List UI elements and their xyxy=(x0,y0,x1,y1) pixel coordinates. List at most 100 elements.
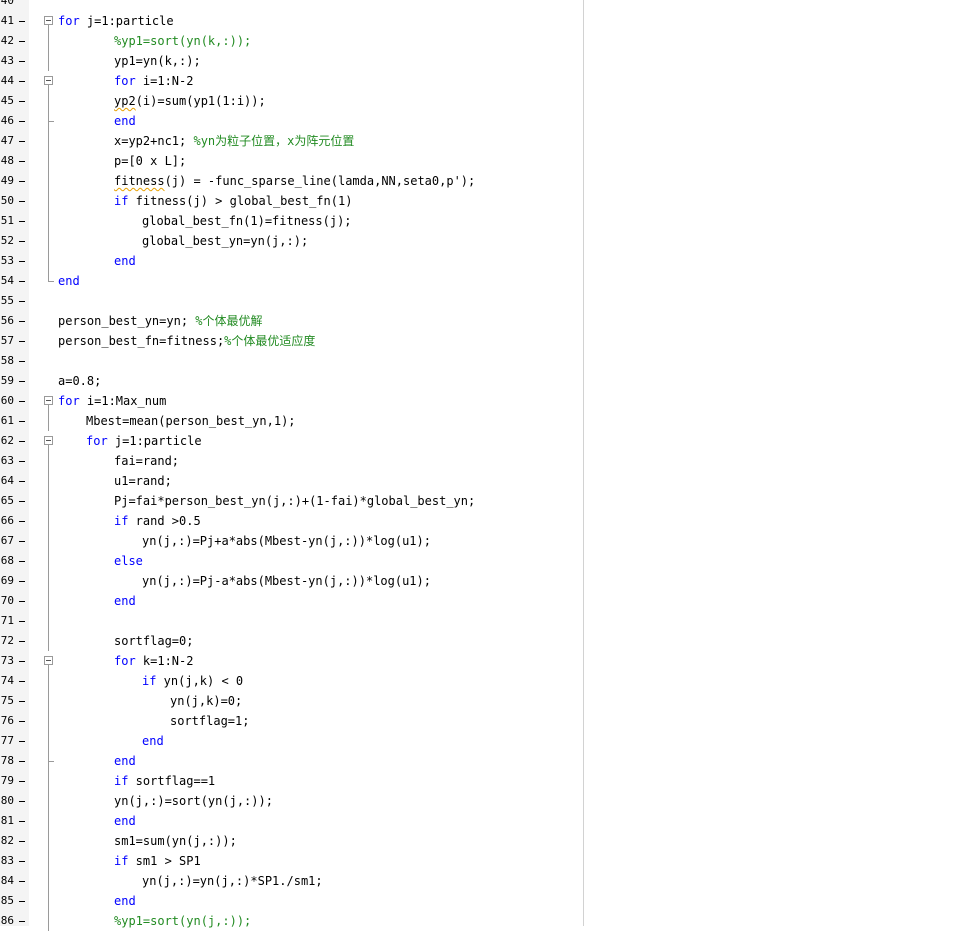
code-line[interactable]: 74 if yn(j,k) < 0 xyxy=(0,671,977,691)
code-text[interactable]: u1=rand; xyxy=(114,471,172,491)
breakpoint-marker[interactable] xyxy=(19,581,25,582)
code-line[interactable]: 62 for j=1:particle xyxy=(0,431,977,451)
code-text[interactable]: if sm1 > SP1 xyxy=(114,851,201,871)
code-text[interactable]: yn(j,k)=0; xyxy=(170,691,242,711)
breakpoint-marker[interactable] xyxy=(19,521,25,522)
code-text[interactable]: global_best_fn(1)=fitness(j); xyxy=(142,211,352,231)
code-text[interactable]: Mbest=mean(person_best_yn,1); xyxy=(86,411,296,431)
breakpoint-marker[interactable] xyxy=(19,601,25,602)
code-text[interactable]: if rand >0.5 xyxy=(114,511,201,531)
breakpoint-marker[interactable] xyxy=(19,241,25,242)
code-text[interactable]: yp1=yn(k,:); xyxy=(114,51,201,71)
code-text[interactable]: end xyxy=(58,271,80,291)
breakpoint-marker[interactable] xyxy=(19,861,25,862)
code-text[interactable]: sm1=sum(yn(j,:)); xyxy=(114,831,237,851)
breakpoint-marker[interactable] xyxy=(19,461,25,462)
code-text[interactable]: sortflag=0; xyxy=(114,631,193,651)
code-line[interactable]: 71 xyxy=(0,611,977,631)
code-text[interactable]: end xyxy=(114,811,136,831)
code-line[interactable]: 75 yn(j,k)=0; xyxy=(0,691,977,711)
code-line[interactable]: 78 end xyxy=(0,751,977,771)
code-line[interactable]: 46 end xyxy=(0,111,977,131)
breakpoint-marker[interactable] xyxy=(19,501,25,502)
breakpoint-marker[interactable] xyxy=(19,661,25,662)
breakpoint-marker[interactable] xyxy=(19,221,25,222)
code-text[interactable]: Pj=fai*person_best_yn(j,:)+(1-fai)*globa… xyxy=(114,491,475,511)
breakpoint-marker[interactable] xyxy=(19,121,25,122)
code-text[interactable]: yn(j,:)=yn(j,:)*SP1./sm1; xyxy=(142,871,323,891)
code-line[interactable]: 57 person_best_fn=fitness;%个体最优适应度 xyxy=(0,331,977,351)
code-text[interactable]: for i=1:Max_num xyxy=(58,391,166,411)
code-line[interactable]: 65 Pj=fai*person_best_yn(j,:)+(1-fai)*glo… xyxy=(0,491,977,511)
breakpoint-marker[interactable] xyxy=(19,741,25,742)
code-line[interactable]: 42 %yp1=sort(yn(k,:)); xyxy=(0,31,977,51)
code-text[interactable]: fitness(j) = -func_sparse_line(lamda,NN,… xyxy=(114,171,475,191)
code-line[interactable]: 80 yn(j,:)=sort(yn(j,:)); xyxy=(0,791,977,811)
fold-toggle-icon[interactable] xyxy=(44,396,53,405)
fold-toggle-icon[interactable] xyxy=(44,16,53,25)
breakpoint-marker[interactable] xyxy=(19,81,25,82)
code-text[interactable]: end xyxy=(142,731,164,751)
breakpoint-marker[interactable] xyxy=(19,281,25,282)
code-line[interactable]: 50 if fitness(j) > global_best_fn(1) xyxy=(0,191,977,211)
code-line[interactable]: 40 xyxy=(0,0,977,11)
code-line[interactable]: 73 for k=1:N-2 xyxy=(0,651,977,671)
code-text[interactable]: for k=1:N-2 xyxy=(114,651,193,671)
code-text[interactable]: yp2(i)=sum(yp1(1:i)); xyxy=(114,91,266,111)
breakpoint-marker[interactable] xyxy=(19,321,25,322)
fold-toggle-icon[interactable] xyxy=(44,656,53,665)
code-text[interactable]: end xyxy=(114,251,136,271)
code-line[interactable]: 76 sortflag=1; xyxy=(0,711,977,731)
code-text[interactable]: end xyxy=(114,891,136,911)
code-line[interactable]: 81 end xyxy=(0,811,977,831)
code-line[interactable]: 43 yp1=yn(k,:); xyxy=(0,51,977,71)
code-line[interactable]: 79 if sortflag==1 xyxy=(0,771,977,791)
code-text[interactable]: %yp1=sort(yn(k,:)); xyxy=(114,31,251,51)
breakpoint-marker[interactable] xyxy=(19,821,25,822)
code-line[interactable]: 58 xyxy=(0,351,977,371)
breakpoint-marker[interactable] xyxy=(19,681,25,682)
code-line[interactable]: 60 for i=1:Max_num xyxy=(0,391,977,411)
code-text[interactable]: x=yp2+nc1; %yn为粒子位置，x为阵元位置 xyxy=(114,131,354,151)
breakpoint-marker[interactable] xyxy=(19,541,25,542)
code-line[interactable]: 68 else xyxy=(0,551,977,571)
breakpoint-marker[interactable] xyxy=(19,921,25,922)
breakpoint-marker[interactable] xyxy=(19,781,25,782)
code-text[interactable]: fai=rand; xyxy=(114,451,179,471)
code-text[interactable]: person_best_yn=yn; %个体最优解 xyxy=(58,311,263,331)
breakpoint-marker[interactable] xyxy=(19,61,25,62)
code-text[interactable]: person_best_fn=fitness;%个体最优适应度 xyxy=(58,331,315,351)
code-text[interactable]: for j=1:particle xyxy=(86,431,202,451)
code-line[interactable]: 66 if rand >0.5 xyxy=(0,511,977,531)
breakpoint-marker[interactable] xyxy=(19,881,25,882)
breakpoint-marker[interactable] xyxy=(19,381,25,382)
code-line[interactable]: 61 Mbest=mean(person_best_yn,1); xyxy=(0,411,977,431)
code-line[interactable]: 67 yn(j,:)=Pj+a*abs(Mbest-yn(j,:))*log(u1… xyxy=(0,531,977,551)
code-line[interactable]: 49 fitness(j) = -func_sparse_line(lamda,N… xyxy=(0,171,977,191)
code-line[interactable]: 72 sortflag=0; xyxy=(0,631,977,651)
code-line[interactable]: 44 for i=1:N-2 xyxy=(0,71,977,91)
fold-toggle-icon[interactable] xyxy=(44,436,53,445)
code-line[interactable]: 54 end xyxy=(0,271,977,291)
code-text[interactable]: p=[0 x L]; xyxy=(114,151,186,171)
breakpoint-marker[interactable] xyxy=(19,621,25,622)
code-text[interactable]: for j=1:particle xyxy=(58,11,174,31)
breakpoint-marker[interactable] xyxy=(19,641,25,642)
breakpoint-marker[interactable] xyxy=(19,561,25,562)
code-line[interactable]: 52 global_best_yn=yn(j,:); xyxy=(0,231,977,251)
code-line[interactable]: 83 if sm1 > SP1 xyxy=(0,851,977,871)
breakpoint-marker[interactable] xyxy=(19,261,25,262)
code-text[interactable]: yn(j,:)=Pj+a*abs(Mbest-yn(j,:))*log(u1); xyxy=(142,531,431,551)
code-line[interactable]: 59 a=0.8; xyxy=(0,371,977,391)
breakpoint-marker[interactable] xyxy=(19,161,25,162)
breakpoint-marker[interactable] xyxy=(19,101,25,102)
code-text[interactable]: for i=1:N-2 xyxy=(114,71,193,91)
breakpoint-marker[interactable] xyxy=(19,21,25,22)
breakpoint-marker[interactable] xyxy=(19,441,25,442)
code-line[interactable]: 77 end xyxy=(0,731,977,751)
code-line[interactable]: 53 end xyxy=(0,251,977,271)
breakpoint-marker[interactable] xyxy=(19,401,25,402)
code-line[interactable]: 41 for j=1:particle xyxy=(0,11,977,31)
breakpoint-marker[interactable] xyxy=(19,201,25,202)
code-text[interactable]: if sortflag==1 xyxy=(114,771,215,791)
